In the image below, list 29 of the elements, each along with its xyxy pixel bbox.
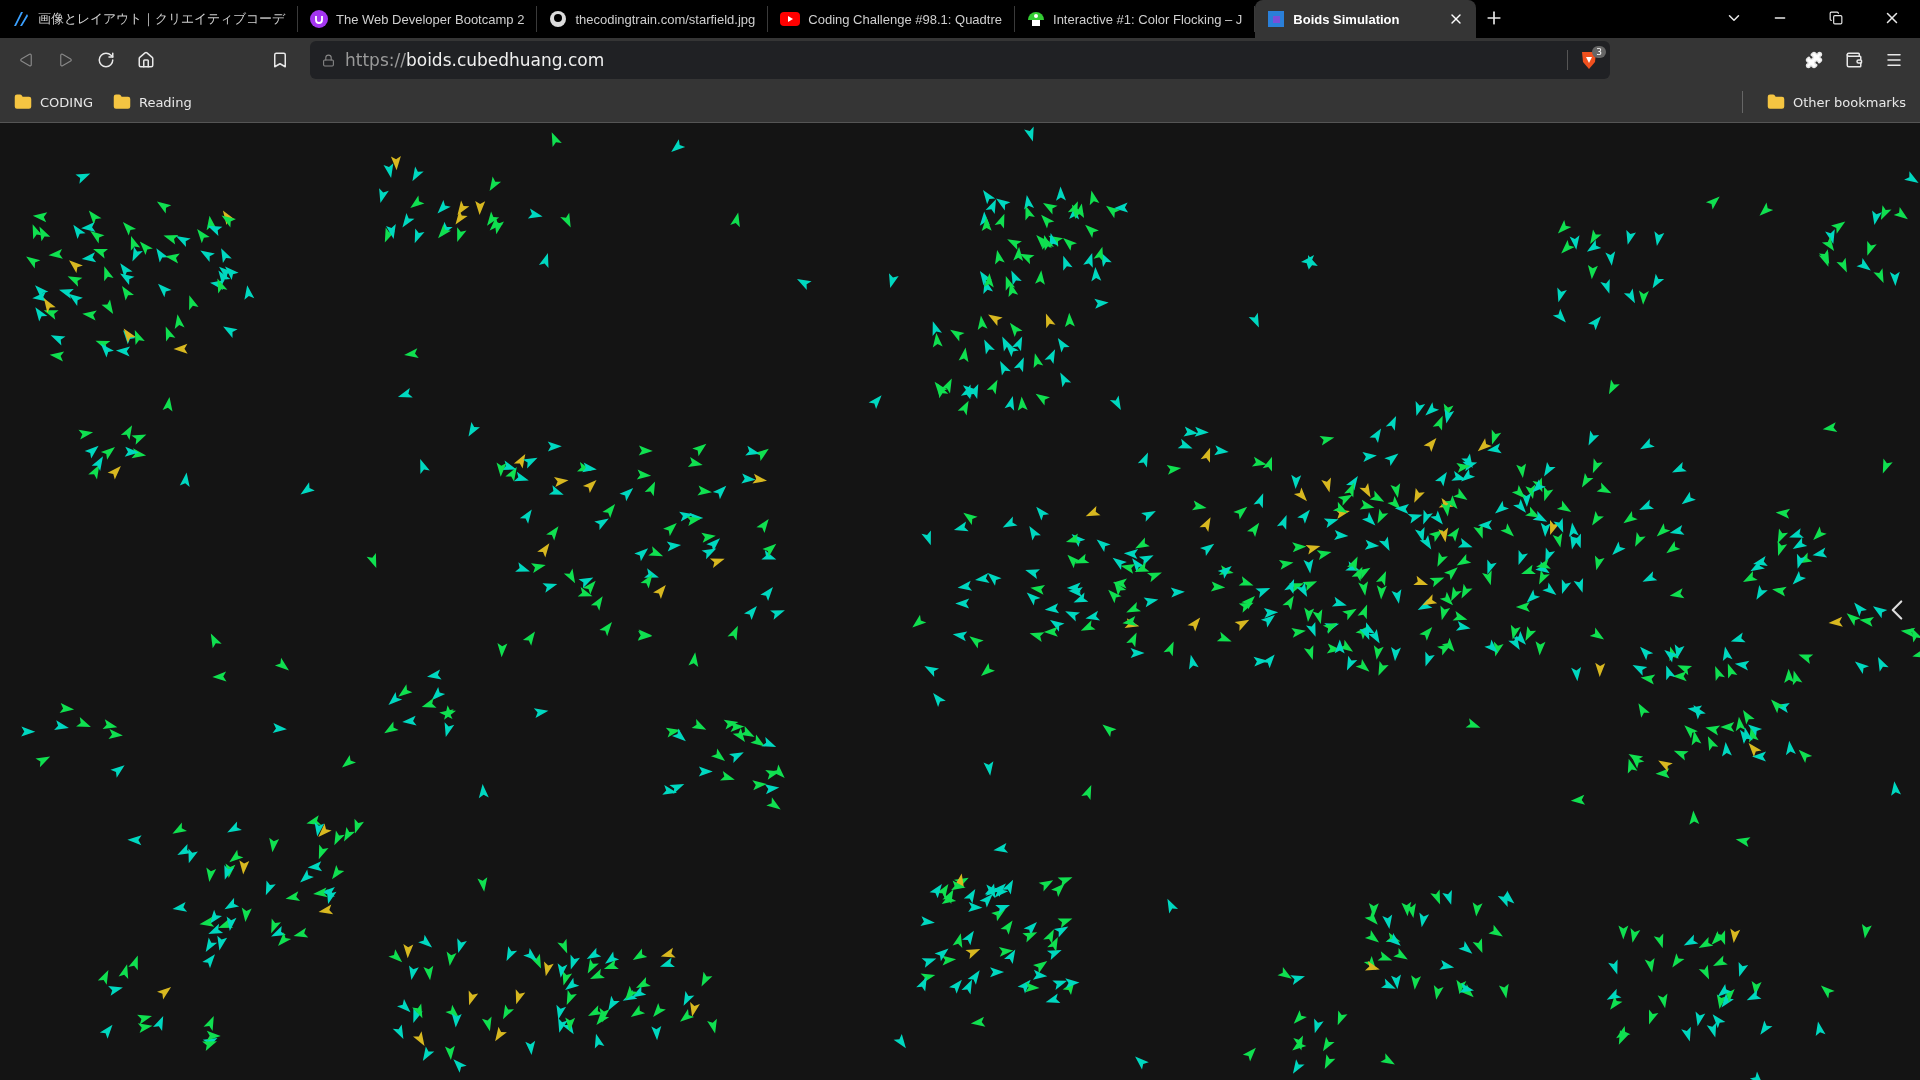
back-icon[interactable] [19,53,33,67]
shield-count-badge: 3 [1592,46,1606,58]
forward-icon[interactable] [59,53,73,67]
browser-tab[interactable]: thecodingtrain.com/starfield.jpg [537,6,769,32]
browser-tab[interactable]: The Web Developer Bootcamp 2 [298,6,538,32]
folder-icon[interactable] [1767,93,1785,111]
bookmark-folder[interactable]: Reading [112,93,192,111]
folder-icon[interactable] [112,93,131,111]
browser-tab[interactable]: 画像とレイアウト｜クリエイティブコーデ [0,6,298,32]
u-logo-icon [310,10,328,28]
home-icon[interactable] [137,51,155,69]
bookmark-folder[interactable]: Other bookmarks [1767,93,1906,111]
menu-icon[interactable] [1885,51,1903,69]
folder-icon[interactable] [14,93,32,111]
url-text: https://boids.cubedhuang.com [345,50,606,70]
address-bar[interactable]: https://boids.cubedhuang.com 3 [310,41,1610,79]
lock-icon [322,53,335,67]
wallet-icon[interactable] [1845,51,1863,69]
mushroom-icon [1027,10,1045,28]
browser-tab[interactable]: Boids Simulation [1255,0,1476,38]
play-logo-icon [780,12,801,26]
reload-icon[interactable] [97,51,115,69]
bookmark-icon[interactable] [271,51,289,69]
puzzle-icon[interactable] [1805,51,1823,69]
browser-tab[interactable]: Coding Challenge #98.1: Quadtre [768,6,1015,32]
slash-logo-icon [12,10,30,28]
restore-icon[interactable] [1829,11,1843,25]
cube-icon [1267,10,1286,28]
bookmark-folder[interactable]: CODING [14,93,93,111]
